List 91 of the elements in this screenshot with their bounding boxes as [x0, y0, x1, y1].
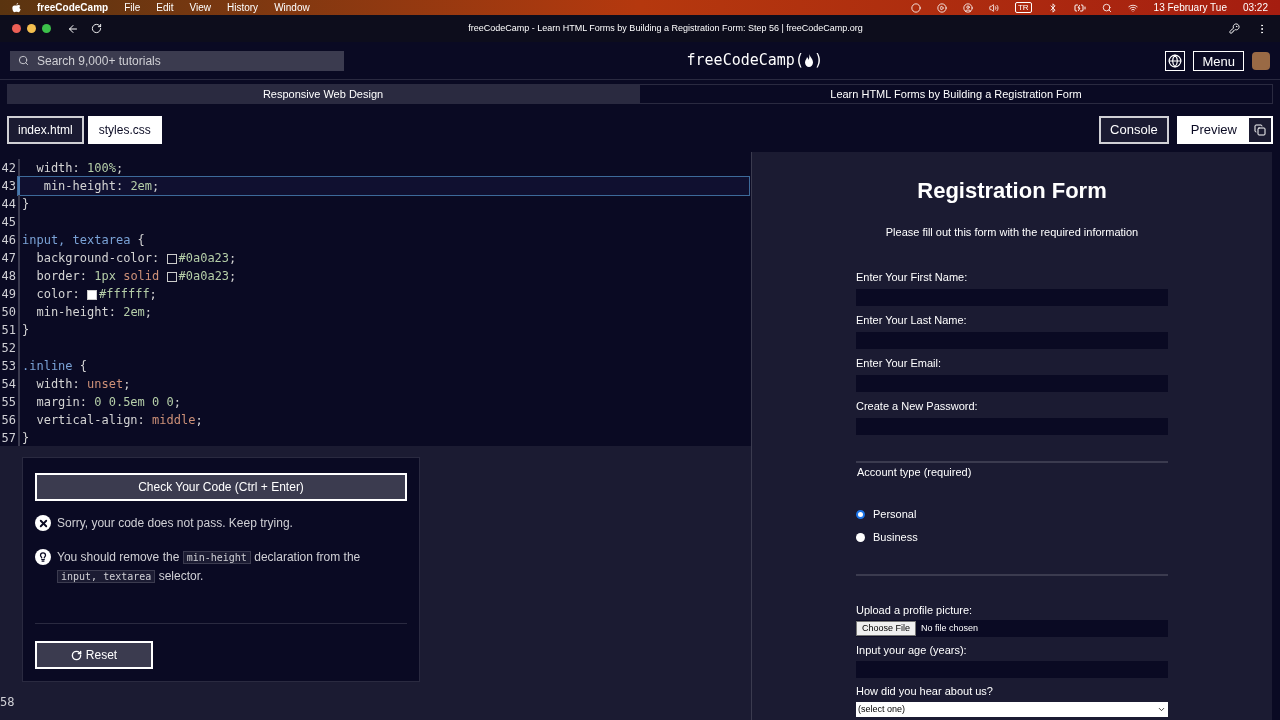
- app-name[interactable]: freeCodeCamp: [37, 0, 109, 15]
- code-line[interactable]: min-height: 2em;: [18, 303, 749, 321]
- flame-icon: [803, 54, 814, 67]
- line-number: 48: [0, 268, 17, 285]
- error-icon: [35, 515, 51, 531]
- error-message: Sorry, your code does not pass. Keep trying.: [57, 515, 293, 532]
- preview-button[interactable]: Preview: [1176, 116, 1273, 144]
- time[interactable]: 03:22: [1242, 0, 1268, 15]
- hint-icon: [35, 549, 51, 565]
- line-number: 45: [0, 214, 17, 231]
- radio-button[interactable]: [856, 509, 865, 519]
- line-number: 52: [0, 340, 17, 357]
- reload-icon[interactable]: [91, 23, 102, 34]
- line-number: 56: [0, 412, 17, 429]
- code-line[interactable]: }: [18, 195, 749, 213]
- menu-item[interactable]: File: [124, 0, 141, 15]
- hint-message: You should remove the min-height declaration from the input, textarea selector.: [57, 549, 362, 585]
- wifi-icon[interactable]: [1127, 2, 1138, 13]
- logo[interactable]: freeCodeCamp( ): [686, 49, 823, 72]
- minimize-window-icon[interactable]: [27, 24, 36, 33]
- code-line[interactable]: border: 1px solid #0a0a23;: [18, 267, 749, 285]
- breadcrumb-item[interactable]: Responsive Web Design: [7, 84, 639, 104]
- code-line[interactable]: }: [18, 321, 749, 339]
- record-icon[interactable]: [910, 2, 921, 13]
- line-number: 57: [0, 430, 17, 447]
- play-icon[interactable]: [936, 2, 947, 13]
- code-line[interactable]: margin: 0 0.5em 0 0;: [18, 393, 749, 411]
- menu-item[interactable]: Window: [274, 0, 310, 15]
- key-icon[interactable]: [1229, 23, 1240, 34]
- line-number: 46: [0, 232, 17, 249]
- close-window-icon[interactable]: [12, 24, 21, 33]
- reset-icon: [70, 649, 82, 661]
- line-number: 51: [0, 322, 17, 339]
- field-label: Enter Your Email:: [856, 355, 942, 369]
- keyboard-layout[interactable]: TR: [1014, 2, 1032, 13]
- line-number: 53: [0, 358, 17, 375]
- reset-button[interactable]: Reset: [35, 641, 153, 669]
- line-number: 55: [0, 394, 17, 411]
- maximize-window-icon[interactable]: [42, 24, 51, 33]
- date[interactable]: 13 February Tue: [1153, 0, 1227, 15]
- volume-icon[interactable]: [988, 2, 999, 13]
- bluetooth-icon[interactable]: [1047, 2, 1058, 13]
- check-code-button[interactable]: Check Your Code (Ctrl + Enter): [35, 473, 407, 501]
- console-button[interactable]: Console: [1099, 116, 1169, 144]
- preview-icon: [1254, 124, 1266, 136]
- select-field[interactable]: (select one): [856, 702, 1168, 717]
- menu-item[interactable]: History: [227, 0, 259, 15]
- line-number: 44: [0, 196, 17, 213]
- user-icon[interactable]: [962, 2, 973, 13]
- line-number: 50: [0, 304, 17, 321]
- field-label: Input your age (years):: [856, 643, 968, 656]
- line-number: 54: [0, 376, 17, 393]
- code-line[interactable]: input, textarea {: [18, 231, 749, 249]
- line-number: 58: [0, 694, 16, 711]
- code-line[interactable]: width: unset;: [18, 375, 749, 393]
- code-line[interactable]: vertical-align: middle;: [18, 411, 749, 429]
- form-subtitle: Please fill out this form with the required information: [885, 225, 1139, 240]
- apple-icon: [12, 2, 21, 13]
- search-icon[interactable]: [1101, 2, 1112, 13]
- chevron-down-icon: [1157, 705, 1166, 714]
- menu-button[interactable]: Menu: [1193, 50, 1244, 71]
- fieldset-legend: Account type (required): [857, 463, 1168, 480]
- radio-label: Personal: [873, 506, 917, 522]
- field-label: Enter Your Last Name:: [856, 312, 968, 326]
- radio-label: Business: [873, 529, 918, 545]
- radio-button[interactable]: [856, 532, 865, 542]
- line-number: 42: [0, 160, 17, 177]
- line-number: 43: [0, 178, 17, 195]
- line-number: 47: [0, 250, 17, 267]
- field-label: Enter Your First Name:: [856, 269, 969, 283]
- menu-item[interactable]: Edit: [156, 0, 174, 15]
- file-tab[interactable]: index.html: [7, 116, 84, 144]
- breadcrumb-item[interactable]: Learn HTML Forms by Building a Registration Form: [639, 84, 1273, 104]
- code-line[interactable]: .inline {: [18, 357, 749, 375]
- file-input[interactable]: Choose File No file chosen: [856, 620, 1168, 637]
- field-label: How did you hear about us?: [856, 684, 994, 697]
- search-field[interactable]: Search 9,000+ tutorials: [10, 50, 344, 71]
- back-icon[interactable]: [67, 22, 79, 35]
- field-label: Upload a profile picture:: [856, 603, 974, 616]
- code-line[interactable]: background-color: #0a0a23;: [18, 249, 749, 267]
- menu-item[interactable]: View: [189, 0, 211, 15]
- line-number: 49: [0, 286, 17, 303]
- globe-icon[interactable]: [1165, 50, 1186, 71]
- file-tab[interactable]: styles.css: [87, 116, 162, 144]
- battery-icon[interactable]: [1073, 1, 1086, 14]
- field-label: Create a New Password:: [856, 398, 979, 412]
- search-icon: [18, 55, 29, 66]
- avatar[interactable]: [1252, 51, 1270, 70]
- form-title: Registration Form: [917, 177, 1107, 205]
- code-line[interactable]: color: #ffffff;: [18, 285, 749, 303]
- window-title: freeCodeCamp - Learn HTML Forms by Building a Registration Form: Step 56 | freeCodeCamp.org: [467, 21, 864, 35]
